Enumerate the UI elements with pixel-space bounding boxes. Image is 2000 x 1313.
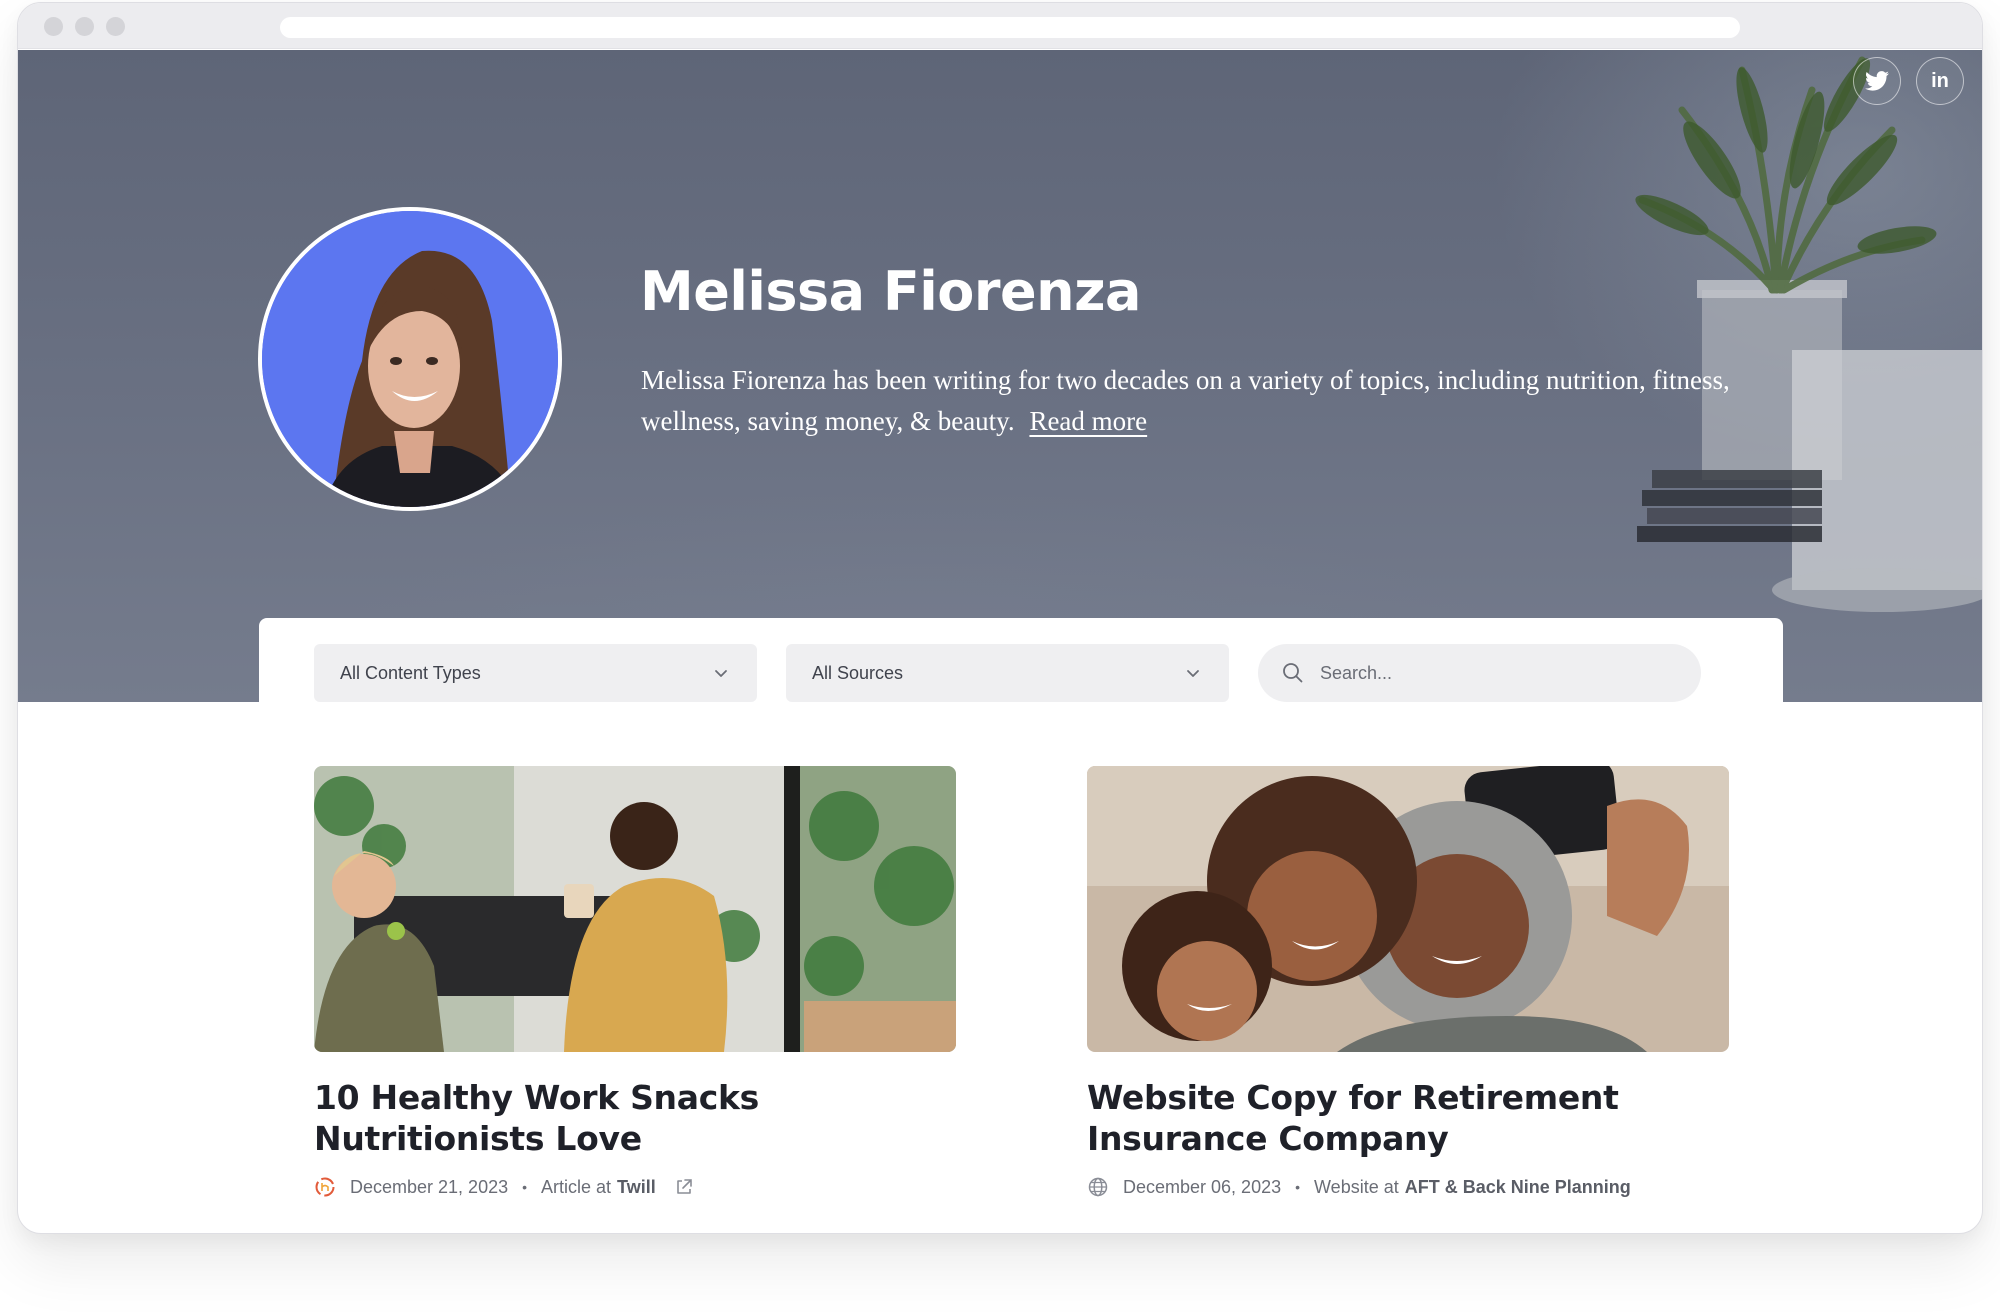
content-card[interactable]: Website Copy for Retirement Insurance Co… — [1087, 766, 1729, 1198]
card-image — [1087, 766, 1729, 1052]
author-bio: Melissa Fiorenza has been writing for tw… — [641, 360, 1751, 442]
card-title[interactable]: 10 Healthy Work Snacks Nutritionists Lov… — [314, 1077, 956, 1159]
card-type: Article at — [541, 1176, 612, 1197]
profile-hero: in Melissa Fiorenza Melissa Fiorenza has… — [18, 50, 1982, 702]
address-bar[interactable] — [280, 17, 1740, 38]
linkedin-icon: in — [1931, 69, 1949, 92]
author-name: Melissa Fiorenza — [640, 260, 1141, 323]
search-input[interactable] — [1320, 644, 1680, 702]
card-image — [314, 766, 956, 1052]
card-meta: December 21, 2023 • Article at Twill — [314, 1176, 956, 1198]
content-type-value: All Content Types — [340, 662, 481, 683]
search-icon — [1283, 663, 1303, 683]
meta-separator: • — [522, 1179, 528, 1195]
filter-bar: All Content Types All Sources — [259, 618, 1783, 708]
content-card[interactable]: 10 Healthy Work Snacks Nutritionists Lov… — [314, 766, 956, 1198]
source-value: All Sources — [812, 662, 904, 683]
card-type: Website at — [1314, 1176, 1399, 1197]
card-title[interactable]: Website Copy for Retirement Insurance Co… — [1087, 1077, 1729, 1159]
content-type-select[interactable]: All Content Types — [314, 644, 757, 702]
window-minimize-dot[interactable] — [75, 17, 94, 36]
chevron-down-icon — [715, 670, 727, 677]
linkedin-button[interactable]: in — [1916, 57, 1964, 105]
meta-separator: • — [1295, 1179, 1301, 1195]
chevron-down-icon — [1187, 670, 1199, 677]
source-select[interactable]: All Sources — [786, 644, 1229, 702]
author-bio-text: Melissa Fiorenza has been writing for tw… — [641, 365, 1730, 436]
window-close-dot[interactable] — [44, 17, 63, 36]
read-more-link[interactable]: Read more — [1029, 406, 1147, 436]
twitter-icon — [1865, 71, 1889, 91]
twitter-button[interactable] — [1853, 57, 1901, 105]
browser-window: in Melissa Fiorenza Melissa Fiorenza has… — [17, 2, 1983, 1234]
author-avatar — [258, 207, 562, 511]
author-photo — [262, 211, 558, 507]
card-thumbnail[interactable] — [314, 766, 956, 1052]
card-date: December 06, 2023 — [1123, 1176, 1282, 1197]
card-publisher: Twill — [617, 1176, 656, 1197]
card-publisher: AFT & Back Nine Planning — [1404, 1176, 1631, 1197]
external-link-icon[interactable] — [674, 1177, 694, 1197]
card-meta: December 06, 2023 • Website at AFT & Bac… — [1087, 1176, 1729, 1198]
globe-icon — [1087, 1176, 1109, 1198]
window-maximize-dot[interactable] — [106, 17, 125, 36]
card-thumbnail[interactable] — [1087, 766, 1729, 1052]
browser-titlebar — [18, 3, 1982, 49]
card-date: December 21, 2023 — [350, 1176, 509, 1197]
search-box[interactable] — [1258, 644, 1701, 702]
twill-logo-icon — [314, 1176, 336, 1198]
